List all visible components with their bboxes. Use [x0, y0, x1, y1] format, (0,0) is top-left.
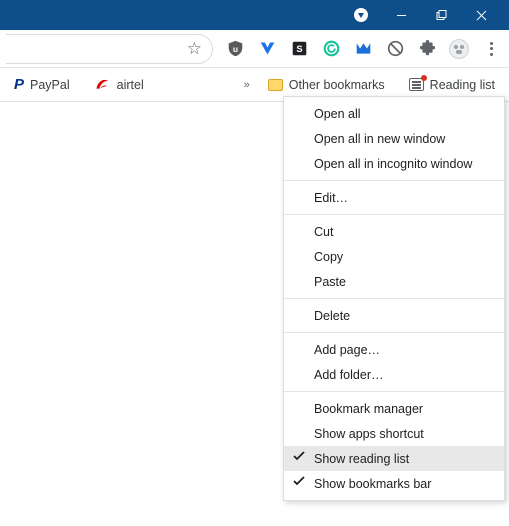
- ctx-open-all-new-window[interactable]: Open all in new window: [284, 126, 504, 151]
- ctx-show-reading-list[interactable]: Show reading list: [284, 446, 504, 471]
- ctx-separator: [284, 332, 504, 333]
- ctx-show-apps-shortcut[interactable]: Show apps shortcut: [284, 421, 504, 446]
- ctx-label: Bookmark manager: [314, 402, 423, 416]
- extension-strip: u S: [213, 37, 503, 61]
- other-bookmarks-button[interactable]: Other bookmarks: [262, 74, 391, 96]
- context-menu: Open all Open all in new window Open all…: [283, 96, 505, 501]
- ctx-open-all-incognito[interactable]: Open all in incognito window: [284, 151, 504, 176]
- window-close-button[interactable]: [461, 0, 501, 30]
- profile-icon: [449, 39, 469, 59]
- bookmark-star-icon[interactable]: ☆: [187, 39, 202, 59]
- window-dropdown-button[interactable]: [341, 0, 381, 30]
- ctx-label: Show apps shortcut: [314, 427, 424, 441]
- ctx-separator: [284, 180, 504, 181]
- ctx-copy[interactable]: Copy: [284, 244, 504, 269]
- ext-ublock-icon[interactable]: u: [223, 37, 247, 61]
- ctx-label: Show bookmarks bar: [314, 477, 431, 491]
- ctx-open-all[interactable]: Open all: [284, 101, 504, 126]
- omnibox[interactable]: ☆: [6, 34, 213, 64]
- checkmark-icon: [292, 474, 306, 488]
- ext-puzzle-icon[interactable]: [415, 37, 439, 61]
- ctx-label: Cut: [314, 225, 333, 239]
- window-titlebar: [0, 0, 509, 30]
- ctx-separator: [284, 214, 504, 215]
- profile-button[interactable]: [447, 37, 471, 61]
- folder-icon: [268, 79, 283, 91]
- ctx-label: Open all in incognito window: [314, 157, 472, 171]
- chrome-menu-button[interactable]: [479, 37, 503, 61]
- ctx-edit[interactable]: Edit…: [284, 185, 504, 210]
- ctx-separator: [284, 298, 504, 299]
- ext-noscript-icon[interactable]: [383, 37, 407, 61]
- bookmark-airtel[interactable]: airtel: [88, 72, 150, 97]
- ctx-cut[interactable]: Cut: [284, 219, 504, 244]
- window-minimize-button[interactable]: [381, 0, 421, 30]
- svg-text:u: u: [232, 44, 237, 54]
- bookmarks-overflow-chevron-icon[interactable]: »: [244, 79, 250, 91]
- reading-list-button[interactable]: Reading list: [403, 74, 501, 96]
- svg-text:S: S: [296, 44, 302, 54]
- ctx-add-folder[interactable]: Add folder…: [284, 362, 504, 387]
- ctx-label: Delete: [314, 309, 350, 323]
- ctx-bookmark-manager[interactable]: Bookmark manager: [284, 396, 504, 421]
- ext-grammarly-icon[interactable]: [319, 37, 343, 61]
- reading-list-icon: [409, 78, 424, 91]
- ctx-separator: [284, 391, 504, 392]
- airtel-icon: [94, 76, 111, 93]
- ext-malwarebytes-icon[interactable]: [351, 37, 375, 61]
- ctx-label: Open all in new window: [314, 132, 445, 146]
- bookmark-paypal[interactable]: P PayPal: [8, 72, 76, 97]
- close-icon: [476, 10, 487, 21]
- browser-toolbar: ☆ u S: [0, 30, 509, 68]
- checkmark-icon: [292, 449, 306, 463]
- ctx-label: Show reading list: [314, 452, 409, 466]
- ctx-label: Edit…: [314, 191, 348, 205]
- maximize-icon: [436, 10, 447, 21]
- kebab-menu-icon: [490, 42, 493, 56]
- bookmark-label: PayPal: [30, 78, 70, 92]
- ctx-label: Open all: [314, 107, 361, 121]
- ctx-paste[interactable]: Paste: [284, 269, 504, 294]
- bookmark-label: Reading list: [430, 78, 495, 92]
- bookmark-label: Other bookmarks: [289, 78, 385, 92]
- dropdown-circle-icon: [354, 8, 368, 22]
- window-maximize-button[interactable]: [421, 0, 461, 30]
- ctx-add-page[interactable]: Add page…: [284, 337, 504, 362]
- ctx-label: Add folder…: [314, 368, 383, 382]
- ext-s-icon[interactable]: S: [287, 37, 311, 61]
- ctx-show-bookmarks-bar[interactable]: Show bookmarks bar: [284, 471, 504, 496]
- minimize-icon: [396, 10, 407, 21]
- ctx-label: Add page…: [314, 343, 380, 357]
- ctx-label: Paste: [314, 275, 346, 289]
- ctx-delete[interactable]: Delete: [284, 303, 504, 328]
- bookmark-label: airtel: [117, 78, 144, 92]
- paypal-icon: P: [14, 76, 24, 93]
- ext-v-icon[interactable]: [255, 37, 279, 61]
- ctx-label: Copy: [314, 250, 343, 264]
